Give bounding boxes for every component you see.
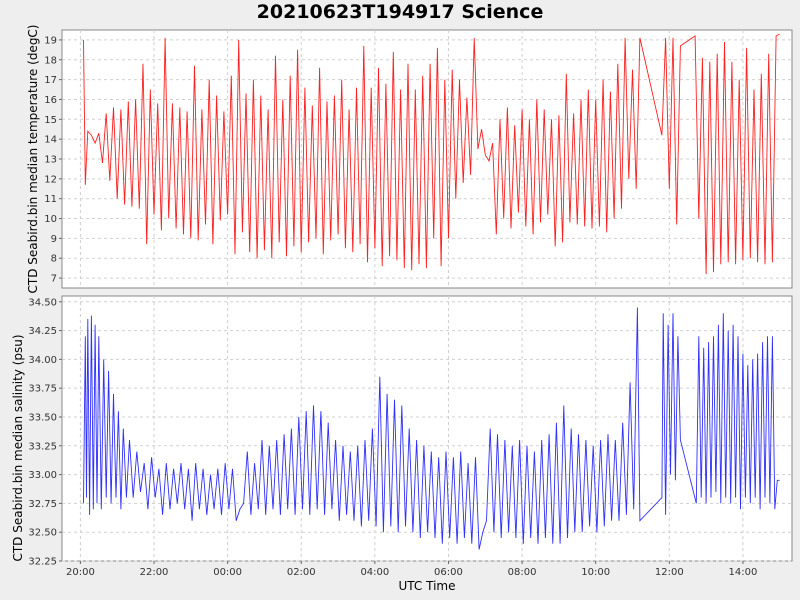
x-tick-label: 10:00 — [581, 567, 610, 578]
temperature-y-tick-label: 9 — [51, 234, 57, 245]
x-tick-label: 12:00 — [655, 567, 684, 578]
chart-title: 20210623T194917 Science — [257, 1, 544, 23]
temperature-y-tick-label: 7 — [51, 274, 57, 285]
x-axis-label: UTC Time — [399, 579, 456, 593]
temperature-y-tick-label: 13 — [44, 155, 57, 166]
x-tick-label: 00:00 — [213, 567, 242, 578]
salinity-y-tick-label: 32.25 — [28, 557, 57, 568]
temperature-y-tick-label: 15 — [44, 115, 57, 126]
x-tick-label: 08:00 — [508, 567, 537, 578]
temperature-y-tick-label: 10 — [44, 214, 57, 225]
x-tick-label: 06:00 — [434, 567, 463, 578]
x-tick-label: 22:00 — [140, 567, 169, 578]
salinity-y-tick-label: 32.50 — [28, 528, 57, 539]
salinity-y-tick-label: 32.75 — [28, 499, 57, 510]
temperature-plot: 7 8 9 10 11 12 13 14 15 16 17 18 19 CTD Seabird.bin … — [26, 25, 793, 294]
temperature-y-tick-label: 8 — [51, 254, 57, 265]
x-tick-label: 02:00 — [287, 567, 316, 578]
x-tick-label: 04:00 — [360, 567, 389, 578]
temperature-y-tick-label: 11 — [44, 194, 57, 205]
temperature-y-tick-label: 16 — [44, 95, 57, 106]
salinity-y-axis-label: CTD Seabird.bin median salinity (psu) — [11, 334, 25, 561]
temperature-y-tick-label: 12 — [44, 174, 57, 185]
salinity-y-tick-label: 33.75 — [28, 384, 57, 395]
temperature-y-tick-label: 17 — [44, 75, 57, 86]
salinity-y-tick-label: 34.25 — [28, 326, 57, 337]
salinity-y-tick-label: 34.00 — [28, 355, 57, 366]
temperature-y-tick-label: 19 — [44, 35, 57, 46]
salinity-y-tick-label: 33.50 — [28, 412, 57, 423]
salinity-plot: 32.25 32.50 32.75 33.00 33.25 33.50 33.75 34.00… — [11, 295, 793, 568]
salinity-y-tick-label: 33.00 — [28, 470, 57, 481]
salinity-y-tick-label: 34.50 — [28, 297, 57, 308]
temperature-y-tick-label: 18 — [44, 55, 57, 66]
temperature-y-axis-label: CTD Seabird.bin median temperature (degC… — [26, 25, 40, 294]
chart: 20210623T194917 Science 7 8 9 10 11 12 13 14 15 1… — [0, 0, 800, 600]
x-tick-label: 20:00 — [66, 567, 95, 578]
salinity-y-tick-label: 33.25 — [28, 441, 57, 452]
x-tick-label: 14:00 — [729, 567, 758, 578]
temperature-y-tick-label: 14 — [44, 135, 57, 146]
